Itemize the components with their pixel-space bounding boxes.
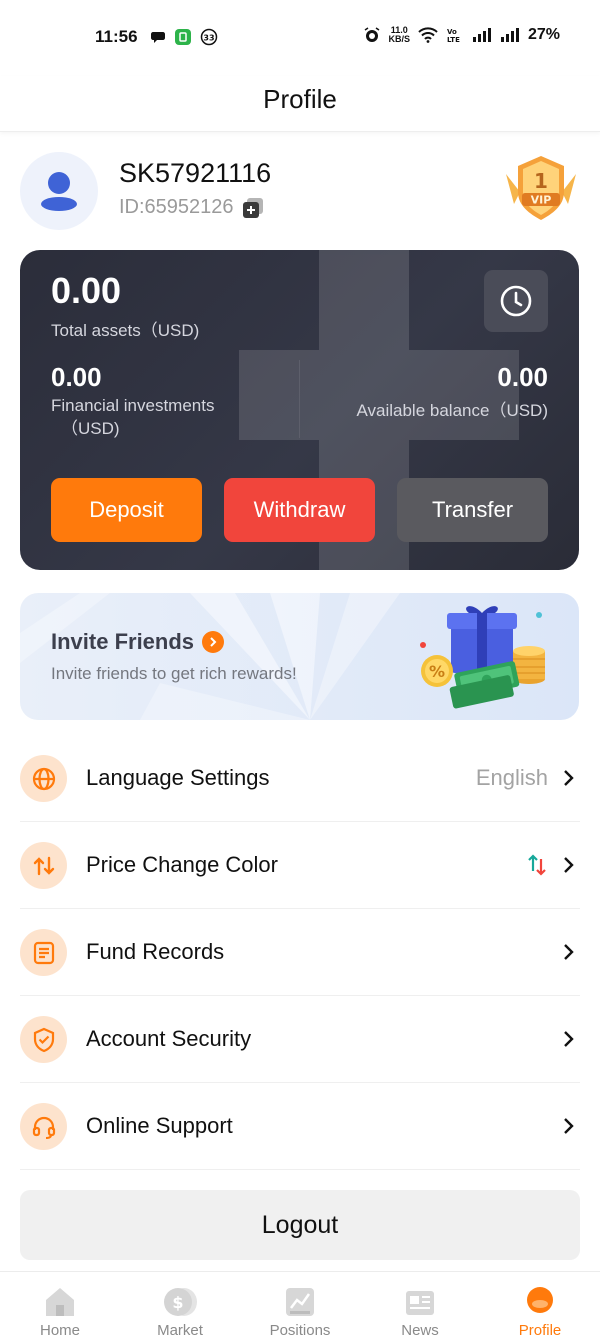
logout-button[interactable]: Logout — [20, 1190, 580, 1260]
network-speed: 11.0 KB/S — [388, 25, 410, 44]
signal-icon-2 — [500, 28, 519, 42]
dollar-coin-icon: $ — [164, 1288, 197, 1316]
menu-online-support[interactable]: Online Support — [20, 1083, 580, 1170]
invite-friends-banner[interactable]: Invite Friends Invite friends to get ric… — [20, 593, 579, 720]
total-assets-value: 0.00 — [51, 270, 122, 311]
copy-icon[interactable] — [242, 197, 264, 219]
financial-investments-value: 0.00 — [51, 362, 102, 392]
nav-label: Profile — [518, 1322, 562, 1339]
globe-icon — [20, 755, 67, 802]
nav-label: News — [401, 1322, 439, 1339]
page-title: Profile — [263, 84, 337, 114]
nav-positions[interactable]: Positions — [240, 1272, 360, 1343]
deposit-button[interactable]: Deposit — [51, 478, 202, 542]
svg-text:$: $ — [172, 1293, 183, 1312]
nav-label: Home — [39, 1322, 80, 1339]
nav-home[interactable]: Home — [0, 1272, 120, 1343]
menu-language-settings[interactable]: Language Settings English — [20, 735, 580, 822]
menu-fund-records[interactable]: Fund Records — [20, 909, 580, 996]
available-balance-value: 0.00 — [497, 362, 548, 392]
battery-level: 27% — [527, 26, 560, 43]
menu-account-security[interactable]: Account Security — [20, 996, 580, 1083]
withdraw-button[interactable]: Withdraw — [224, 478, 375, 542]
nav-label: Positions — [269, 1322, 331, 1339]
vip-level: 1 — [534, 169, 548, 193]
alarm-icon — [365, 27, 380, 42]
available-balance-label: Available balance（USD) — [356, 401, 548, 420]
vip-label: VIP — [531, 194, 552, 207]
headset-icon — [20, 1103, 67, 1150]
vip-badge[interactable]: 1 VIP — [500, 152, 582, 222]
exchange-icon — [20, 842, 67, 889]
invite-subtitle: Invite friends to get rich rewards! — [51, 664, 297, 683]
status-bar: 11:56 33 11.0 KB/S Vo LTE 27% — [0, 0, 600, 76]
username: SK57921116 — [119, 158, 272, 188]
up-down-arrows-icon — [528, 854, 546, 876]
chevron-right-icon — [564, 770, 574, 786]
financial-investments-label: Financial investments （USD) — [51, 396, 215, 438]
document-icon — [20, 929, 67, 976]
menu-label: Account Security — [86, 1026, 252, 1051]
menu-label: Price Change Color — [86, 852, 278, 877]
svg-text:%: % — [429, 662, 445, 681]
nav-market[interactable]: $ Market — [120, 1272, 240, 1343]
avatar[interactable] — [20, 152, 98, 230]
arrow-right-icon — [202, 631, 225, 653]
user-id: ID:65952126 — [119, 196, 234, 218]
shield-check-icon — [20, 1016, 67, 1063]
user-id-row: ID:65952126 — [119, 196, 264, 219]
svg-text:LTE: LTE — [447, 36, 460, 43]
gift-money-illustration: % — [420, 606, 545, 709]
menu-label: Online Support — [86, 1113, 233, 1138]
invite-title: Invite Friends — [51, 629, 225, 655]
history-button[interactable] — [484, 270, 548, 332]
language-value: English — [475, 765, 548, 790]
chevron-right-icon — [564, 1118, 574, 1134]
total-assets-label: Total assets（USD) — [51, 321, 200, 340]
app-notification-icon — [175, 29, 191, 45]
app-header: Profile — [0, 76, 600, 132]
asset-card: 0.00 Total assets（USD) 0.00 Financial in… — [20, 250, 579, 570]
svg-text:Vo: Vo — [447, 28, 457, 36]
chat-bubble-icon — [151, 32, 165, 43]
chevron-right-icon — [564, 944, 574, 960]
wifi-icon — [418, 27, 438, 43]
svg-text:33: 33 — [203, 34, 214, 43]
menu-label: Fund Records — [86, 939, 225, 964]
circle-badge-icon: 33 — [200, 28, 218, 46]
volte-icon: VoLTE — [447, 28, 460, 43]
system-status-icons: 11.0 KB/S Vo LTE 27% — [364, 26, 560, 44]
profile-icon — [527, 1287, 553, 1313]
bottom-nav: Home $ Market Positions News Profile — [0, 1271, 600, 1343]
signal-icon — [472, 28, 491, 42]
home-icon — [46, 1288, 74, 1316]
chevron-right-icon — [564, 1031, 574, 1047]
nav-profile[interactable]: Profile — [480, 1272, 600, 1343]
clock-icon — [500, 285, 532, 317]
transfer-button[interactable]: Transfer — [397, 478, 548, 542]
status-time: 11:56 — [95, 27, 138, 46]
chevron-right-icon — [564, 857, 574, 873]
chart-icon — [286, 1288, 314, 1316]
card-divider — [299, 360, 300, 438]
menu-price-change-color[interactable]: Price Change Color — [20, 822, 580, 909]
nav-news[interactable]: News — [360, 1272, 480, 1343]
menu-label: Language Settings — [86, 765, 270, 790]
newspaper-icon — [406, 1291, 434, 1315]
user-icon — [41, 172, 77, 211]
nav-label: Market — [157, 1322, 203, 1339]
notification-icons: 33 — [150, 28, 218, 46]
